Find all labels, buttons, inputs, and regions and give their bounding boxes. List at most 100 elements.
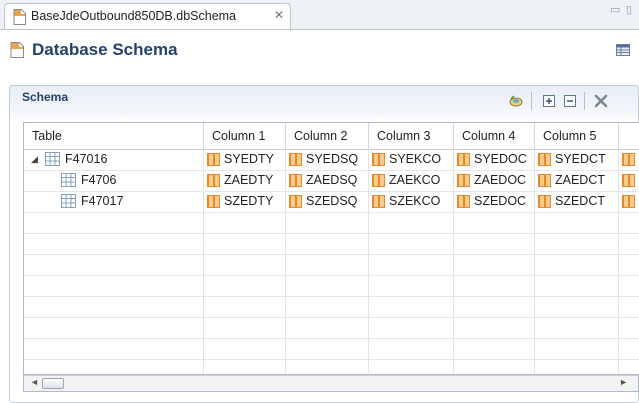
file-icon <box>13 9 26 25</box>
column-cell: SYEKCO <box>369 149 454 170</box>
empty-row <box>24 317 639 339</box>
column-header-4[interactable]: Column 4 <box>454 123 535 149</box>
column-icon <box>207 174 220 187</box>
column-cell: SYEDCT <box>535 149 619 170</box>
column-icon <box>289 153 302 166</box>
collapse-all-icon[interactable] <box>562 93 578 109</box>
toolbar-separator <box>531 92 532 110</box>
column-header-5[interactable]: Column 5 <box>535 123 619 149</box>
column-header-table[interactable]: Table <box>24 123 204 149</box>
column-icon <box>207 153 220 166</box>
table-name: F4706 <box>81 173 117 187</box>
column-name: ZAEDSQ <box>306 173 358 187</box>
column-name: SZEDSQ <box>306 194 358 208</box>
column-icon <box>622 153 635 166</box>
refresh-icon[interactable] <box>508 93 524 109</box>
column-icon <box>622 195 635 208</box>
toolbar-separator <box>584 92 585 110</box>
editor-tab-title: BaseJdeOutbound850DB.dbSchema <box>31 9 237 23</box>
column-cell: SZEDOC <box>454 191 535 212</box>
expand-twisty-icon[interactable]: ◢ <box>31 149 38 170</box>
empty-row <box>24 338 639 360</box>
schema-table[interactable]: Table Column 1 Column 2 Column 3 Column … <box>23 122 639 375</box>
table-header: Table Column 1 Column 2 Column 3 Column … <box>24 123 639 150</box>
delete-icon[interactable] <box>593 93 609 109</box>
table-icon <box>61 173 76 187</box>
column-header-2[interactable]: Column 2 <box>286 123 369 149</box>
empty-row <box>24 296 639 318</box>
column-icon <box>538 153 551 166</box>
column-name: SYEDSQ <box>306 152 359 166</box>
horizontal-scrollbar[interactable]: ◄ ► <box>23 375 639 392</box>
column-cell: ZAEDOC <box>454 170 535 191</box>
close-tab-icon[interactable]: ✕ <box>274 8 284 22</box>
table-name: F47017 <box>81 194 124 208</box>
maximize-icon[interactable]: ▯ <box>626 3 632 16</box>
scroll-left-icon[interactable]: ◄ <box>30 377 39 387</box>
table-name: F47016 <box>65 152 108 166</box>
empty-row <box>24 275 639 297</box>
column-name: SZEKCO <box>389 194 441 208</box>
empty-row <box>24 254 639 276</box>
column-icon <box>457 195 470 208</box>
column-cell: SZEDCT <box>535 191 619 212</box>
column-header-overflow <box>619 123 639 149</box>
column-name: SYEDOC <box>474 152 527 166</box>
column-cell: SYEDTY <box>204 149 286 170</box>
scroll-right-icon[interactable]: ► <box>619 377 628 387</box>
column-cell: ZAEKCO <box>369 170 454 191</box>
section-title: Schema <box>22 90 69 104</box>
column-icon <box>538 174 551 187</box>
column-name: SYEDCT <box>555 152 606 166</box>
editor-tab-bar: BaseJdeOutbound850DB.dbSchema ✕ ▭ ▯ <box>0 0 639 30</box>
scrollbar-thumb[interactable] <box>42 378 64 389</box>
column-name: SZEDCT <box>555 194 605 208</box>
column-name: SYEDTY <box>224 152 275 166</box>
overflow-cell <box>619 170 639 191</box>
column-cell: ZAEDSQ <box>286 170 369 191</box>
column-icon <box>372 174 385 187</box>
column-cell: SZEDSQ <box>286 191 369 212</box>
column-cell: SYEDSQ <box>286 149 369 170</box>
column-icon <box>457 174 470 187</box>
column-icon <box>457 153 470 166</box>
table-row[interactable]: F4706 ZAEDTY ZAEDSQ ZAEKCO ZAEDOC ZAEDCT <box>24 170 639 192</box>
table-icon <box>45 152 60 166</box>
column-name: ZAEDOC <box>474 173 527 187</box>
overflow-cell <box>619 149 639 170</box>
column-name: ZAEDTY <box>224 173 274 187</box>
column-cell: SZEKCO <box>369 191 454 212</box>
column-icon <box>538 195 551 208</box>
column-icon <box>207 195 220 208</box>
empty-row <box>24 359 639 374</box>
expand-all-icon[interactable] <box>541 93 557 109</box>
column-name: ZAEDCT <box>555 173 605 187</box>
editor-tab[interactable]: BaseJdeOutbound850DB.dbSchema ✕ <box>4 3 291 29</box>
column-header-1[interactable]: Column 1 <box>204 123 286 149</box>
column-icon <box>622 174 635 187</box>
table-row[interactable]: ◢ F47016 SYEDTY SYEDSQ SYEKCO SYEDOC SYE… <box>24 149 639 171</box>
column-icon <box>289 195 302 208</box>
column-name: SZEDOC <box>474 194 527 208</box>
column-icon <box>289 174 302 187</box>
empty-row <box>24 212 639 234</box>
column-name: ZAEKCO <box>389 173 441 187</box>
table-name-cell: F4706 <box>24 170 204 191</box>
minimize-icon[interactable]: ▭ <box>610 3 620 16</box>
column-name: SZEDTY <box>224 194 274 208</box>
column-cell: ZAEDCT <box>535 170 619 191</box>
table-icon <box>61 194 76 208</box>
overflow-cell <box>619 191 639 212</box>
column-cell: ZAEDTY <box>204 170 286 191</box>
table-name-cell: F47017 <box>24 191 204 212</box>
column-icon <box>372 195 385 208</box>
column-cell: SYEDOC <box>454 149 535 170</box>
empty-row <box>24 233 639 255</box>
table-name-cell: ◢ F47016 <box>24 149 204 170</box>
view-menu-icon[interactable] <box>616 44 630 56</box>
table-row[interactable]: F47017 SZEDTY SZEDSQ SZEKCO SZEDOC SZEDC… <box>24 191 639 213</box>
page-title: Database Schema <box>32 40 178 59</box>
column-cell: SZEDTY <box>204 191 286 212</box>
column-header-3[interactable]: Column 3 <box>369 123 454 149</box>
schema-file-icon <box>10 42 24 58</box>
